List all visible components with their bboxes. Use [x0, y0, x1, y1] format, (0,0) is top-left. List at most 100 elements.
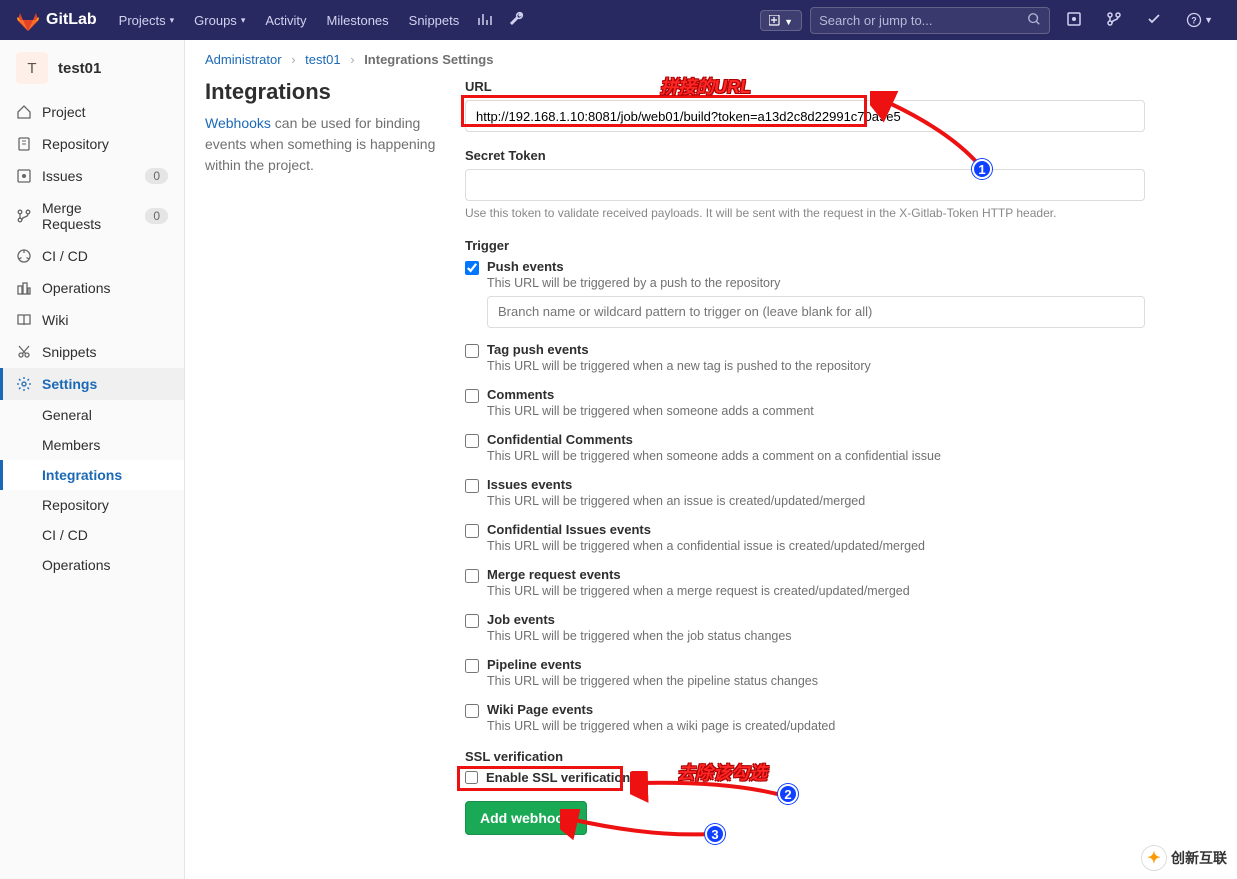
sidebar-label: Snippets: [42, 344, 96, 360]
help-icon[interactable]: ?▼: [1178, 12, 1221, 28]
trigger-title: Pipeline events: [487, 657, 1145, 672]
sidebar-sub-members[interactable]: Members: [0, 430, 184, 460]
badge-2: 2: [778, 784, 798, 804]
ssl-check-label: Enable SSL verification: [486, 770, 630, 785]
snip-icon: [16, 344, 32, 360]
url-group: URL: [465, 79, 1145, 132]
add-webhook-button[interactable]: Add webhook: [465, 801, 587, 835]
sidebar-sub-operations[interactable]: Operations: [0, 550, 184, 580]
sidebar-item-merge-requests[interactable]: Merge Requests 0: [0, 192, 184, 240]
merge-icon: [16, 208, 32, 224]
sidebar-label: Merge Requests: [42, 200, 135, 232]
project-header[interactable]: T test01: [0, 40, 184, 96]
secret-label: Secret Token: [465, 148, 1145, 163]
sidebar-sub-integrations[interactable]: Integrations: [0, 460, 184, 490]
trigger-title: Comments: [487, 387, 1145, 402]
ops-icon: [16, 280, 32, 296]
trigger-confidential-comments: Confidential CommentsThis URL will be tr…: [465, 432, 1145, 463]
search-icon: [1027, 12, 1041, 29]
search-box[interactable]: [810, 7, 1050, 34]
trigger-group: Trigger Push eventsThis URL will be trig…: [465, 238, 1145, 733]
trigger-desc: This URL will be triggered when a confid…: [487, 539, 1145, 553]
trigger-checkbox[interactable]: [465, 614, 479, 628]
sidebar-item-project[interactable]: Project: [0, 96, 184, 128]
ssl-label: SSL verification: [465, 749, 1145, 764]
trigger-desc: This URL will be triggered when an issue…: [487, 494, 1145, 508]
sidebar-sub-repository[interactable]: Repository: [0, 490, 184, 520]
issues-icon: [16, 168, 32, 184]
sidebar-sub-ci-cd[interactable]: CI / CD: [0, 520, 184, 550]
trigger-desc: This URL will be triggered when someone …: [487, 404, 1145, 418]
trigger-title: Merge request events: [487, 567, 1145, 582]
url-input[interactable]: [465, 100, 1145, 132]
breadcrumb-root[interactable]: Administrator: [205, 52, 282, 67]
page-title: Integrations: [205, 79, 445, 105]
topnav: Projects ▾Groups ▾ActivityMilestonesSnip…: [109, 13, 470, 28]
settings-icon: [16, 376, 32, 392]
trigger-checkbox[interactable]: [465, 389, 479, 403]
trigger-desc: This URL will be triggered when a new ta…: [487, 359, 1145, 373]
new-button[interactable]: ▼: [760, 10, 803, 31]
trigger-confidential-issues-events: Confidential Issues eventsThis URL will …: [465, 522, 1145, 553]
trigger-title: Wiki Page events: [487, 702, 1145, 717]
sidebar-item-repository[interactable]: Repository: [0, 128, 184, 160]
breadcrumb-project[interactable]: test01: [305, 52, 340, 67]
count-badge: 0: [145, 168, 168, 184]
ssl-group: SSL verification Enable SSL verification: [465, 749, 1145, 785]
wrench-icon[interactable]: [501, 11, 533, 30]
watermark-icon: ✦: [1141, 845, 1167, 871]
webhooks-link[interactable]: Webhooks: [205, 115, 271, 131]
trigger-checkbox[interactable]: [465, 479, 479, 493]
sidebar-item-settings[interactable]: Settings: [0, 368, 184, 400]
trigger-desc: This URL will be triggered when the pipe…: [487, 674, 1145, 688]
trigger-checkbox[interactable]: [465, 434, 479, 448]
trigger-issues-events: Issues eventsThis URL will be triggered …: [465, 477, 1145, 508]
graph-icon[interactable]: [469, 11, 501, 30]
topnav-activity[interactable]: Activity: [255, 13, 316, 28]
branch-filter-input[interactable]: [487, 296, 1145, 328]
merge-icon[interactable]: [1098, 11, 1130, 30]
count-badge: 0: [145, 208, 168, 224]
topnav-groups[interactable]: Groups ▾: [184, 13, 255, 28]
sidebar-label: Operations: [42, 280, 110, 296]
sidebar-label: Wiki: [42, 312, 68, 328]
trigger-checkbox[interactable]: [465, 659, 479, 673]
secret-help: Use this token to validate received payl…: [465, 205, 1145, 222]
trigger-checkbox[interactable]: [465, 344, 479, 358]
topnav-milestones[interactable]: Milestones: [317, 13, 399, 28]
avatar: T: [16, 52, 48, 84]
logo[interactable]: GitLab: [16, 8, 97, 32]
ssl-checkbox[interactable]: [465, 771, 478, 784]
topnav-projects[interactable]: Projects ▾: [109, 13, 185, 28]
trigger-checkbox[interactable]: [465, 524, 479, 538]
main: Administrator › test01 › Integrations Se…: [185, 40, 1237, 879]
breadcrumb: Administrator › test01 › Integrations Se…: [185, 40, 1237, 79]
issues-icon[interactable]: [1058, 11, 1090, 30]
todo-icon[interactable]: [1138, 11, 1170, 30]
sidebar-item-ci-cd[interactable]: CI / CD: [0, 240, 184, 272]
sidebar-item-wiki[interactable]: Wiki: [0, 304, 184, 336]
trigger-pipeline-events: Pipeline events This URL will be triggere…: [465, 657, 1145, 688]
secret-input[interactable]: [465, 169, 1145, 201]
sidebar-sub-general[interactable]: General: [0, 400, 184, 430]
brand: GitLab: [46, 11, 97, 29]
topnav-snippets[interactable]: Snippets: [399, 13, 470, 28]
trigger-checkbox[interactable]: [465, 704, 479, 718]
trigger-checkbox[interactable]: [465, 569, 479, 583]
badge-3: 3: [705, 824, 725, 844]
sidebar-label: CI / CD: [42, 248, 88, 264]
search-input[interactable]: [819, 13, 1027, 28]
sidebar-item-operations[interactable]: Operations: [0, 272, 184, 304]
trigger-tag-push-events: Tag push eventsThis URL will be triggere…: [465, 342, 1145, 373]
trigger-desc: This URL will be triggered by a push to …: [487, 276, 1145, 290]
sidebar: T test01 ProjectRepositoryIssues0Merge R…: [0, 40, 185, 879]
sidebar-item-snippets[interactable]: Snippets: [0, 336, 184, 368]
sidebar-label: Issues: [42, 168, 82, 184]
gitlab-icon: [16, 8, 40, 32]
sidebar-item-issues[interactable]: Issues 0: [0, 160, 184, 192]
trigger-checkbox[interactable]: [465, 261, 479, 275]
wiki-icon: [16, 312, 32, 328]
home-icon: [16, 104, 32, 120]
topbar: GitLab Projects ▾Groups ▾ActivityMilesto…: [0, 0, 1237, 40]
trigger-desc: This URL will be triggered when the job …: [487, 629, 1145, 643]
